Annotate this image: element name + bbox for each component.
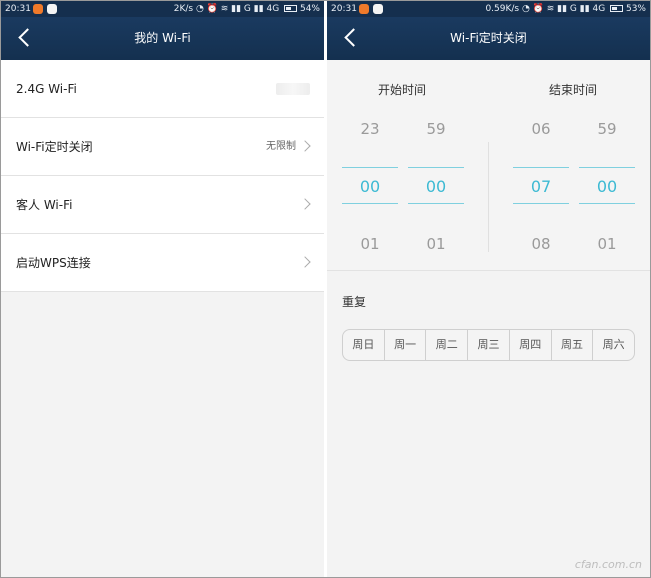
battery-icon	[284, 5, 298, 12]
chevron-right-icon	[299, 140, 311, 152]
wheel-highlight-line	[408, 203, 464, 204]
battery-icon	[610, 5, 624, 12]
day-wednesday[interactable]: 周三	[468, 330, 510, 360]
end-minute-wheel[interactable]: 59 00 01	[579, 60, 635, 271]
notification-app-icon	[373, 4, 383, 14]
wheel-value-prev: 23	[360, 120, 380, 138]
wheel-value-prev: 06	[531, 120, 551, 138]
watermark: cfan.com.cn	[574, 558, 642, 571]
time-picker: 开始时间 结束时间 23 00 01 59 00 01 06 07 08 59	[327, 60, 650, 271]
list-item-wps[interactable]: 启动WPS连接	[1, 234, 324, 292]
wheel-value-next: 01	[360, 235, 380, 253]
wheel-highlight-line	[579, 167, 635, 168]
list-item-24g-wifi[interactable]: 2.4G Wi-Fi	[1, 60, 324, 118]
notification-app-icon	[47, 4, 57, 14]
wheel-highlight-line	[579, 203, 635, 204]
title-bar: 我的 Wi-Fi	[1, 17, 324, 60]
wheel-value-next: 01	[597, 235, 617, 253]
picker-separator	[488, 142, 489, 252]
notification-app-icon	[33, 4, 43, 14]
status-time: 20:31	[331, 4, 357, 14]
repeat-label: 重复	[342, 295, 367, 309]
list-item-label: 启动WPS连接	[16, 256, 91, 270]
list-item-label: Wi-Fi定时关闭	[16, 140, 93, 154]
list-item-guest-wifi[interactable]: 客人 Wi-Fi	[1, 176, 324, 234]
wheel-value-current: 00	[359, 177, 381, 196]
my-wifi-screen: 20:31 2K/s ◔ ⏰ ≋ ▮▮ G ▮▮ 4G 54% 我的 Wi-Fi…	[1, 1, 324, 577]
status-bar: 20:31 2K/s ◔ ⏰ ≋ ▮▮ G ▮▮ 4G 54%	[1, 1, 324, 17]
wheel-value-current: 00	[425, 177, 447, 196]
day-tuesday[interactable]: 周二	[426, 330, 469, 360]
list-item-wifi-timer[interactable]: Wi-Fi定时关闭 无限制	[1, 118, 324, 176]
title-bar: Wi-Fi定时关闭	[327, 17, 650, 60]
wheel-value-next: 01	[426, 235, 446, 253]
status-indicators: 0.59K/s ◔ ⏰ ≋ ▮▮ G ▮▮ 4G 53%	[485, 1, 646, 17]
start-hour-wheel[interactable]: 23 00 01	[342, 60, 398, 271]
wheel-value-current: 00	[596, 177, 618, 196]
wheel-highlight-line	[342, 203, 398, 204]
status-time: 20:31	[5, 4, 31, 14]
start-minute-wheel[interactable]: 59 00 01	[408, 60, 464, 271]
battery-percent: 53%	[625, 4, 646, 14]
settings-list: 2.4G Wi-Fi Wi-Fi定时关闭 无限制 客人 Wi-Fi 启动WPS连…	[1, 60, 324, 292]
status-bar: 20:31 0.59K/s ◔ ⏰ ≋ ▮▮ G ▮▮ 4G 53%	[327, 1, 650, 17]
page-title: Wi-Fi定时关闭	[450, 31, 527, 45]
day-monday[interactable]: 周一	[385, 330, 427, 360]
wheel-value-next: 08	[531, 235, 551, 253]
end-hour-wheel[interactable]: 06 07 08	[513, 60, 569, 271]
wheel-highlight-line	[513, 203, 569, 204]
list-item-value: 无限制	[266, 141, 296, 152]
status-network-text: 0.59K/s ◔ ⏰ ≋ ▮▮ G ▮▮ 4G	[485, 4, 606, 14]
wheel-highlight-line	[513, 167, 569, 168]
day-thursday[interactable]: 周四	[510, 330, 552, 360]
wheel-value-current: 07	[530, 177, 552, 196]
day-friday[interactable]: 周五	[552, 330, 594, 360]
chevron-right-icon	[299, 256, 311, 268]
list-item-label: 客人 Wi-Fi	[16, 198, 73, 212]
wheel-value-prev: 59	[597, 120, 617, 138]
day-saturday[interactable]: 周六	[593, 330, 634, 360]
wheel-highlight-line	[342, 167, 398, 168]
notification-app-icon	[359, 4, 369, 14]
wheel-value-prev: 59	[426, 120, 446, 138]
status-network-text: 2K/s ◔ ⏰ ≋ ▮▮ G ▮▮ 4G	[173, 4, 280, 14]
wheel-highlight-line	[408, 167, 464, 168]
status-indicators: 2K/s ◔ ⏰ ≋ ▮▮ G ▮▮ 4G 54%	[174, 1, 320, 17]
repeat-days-selector: 周日 周一 周二 周三 周四 周五 周六	[342, 329, 635, 361]
battery-percent: 54%	[299, 4, 320, 14]
wifi-timer-screen: 20:31 0.59K/s ◔ ⏰ ≋ ▮▮ G ▮▮ 4G 53% Wi-Fi…	[327, 1, 650, 577]
day-sunday[interactable]: 周日	[343, 330, 385, 360]
page-title: 我的 Wi-Fi	[134, 31, 191, 45]
chevron-right-icon	[299, 198, 311, 210]
ssid-blurred	[276, 83, 310, 95]
list-item-label: 2.4G Wi-Fi	[16, 82, 77, 96]
